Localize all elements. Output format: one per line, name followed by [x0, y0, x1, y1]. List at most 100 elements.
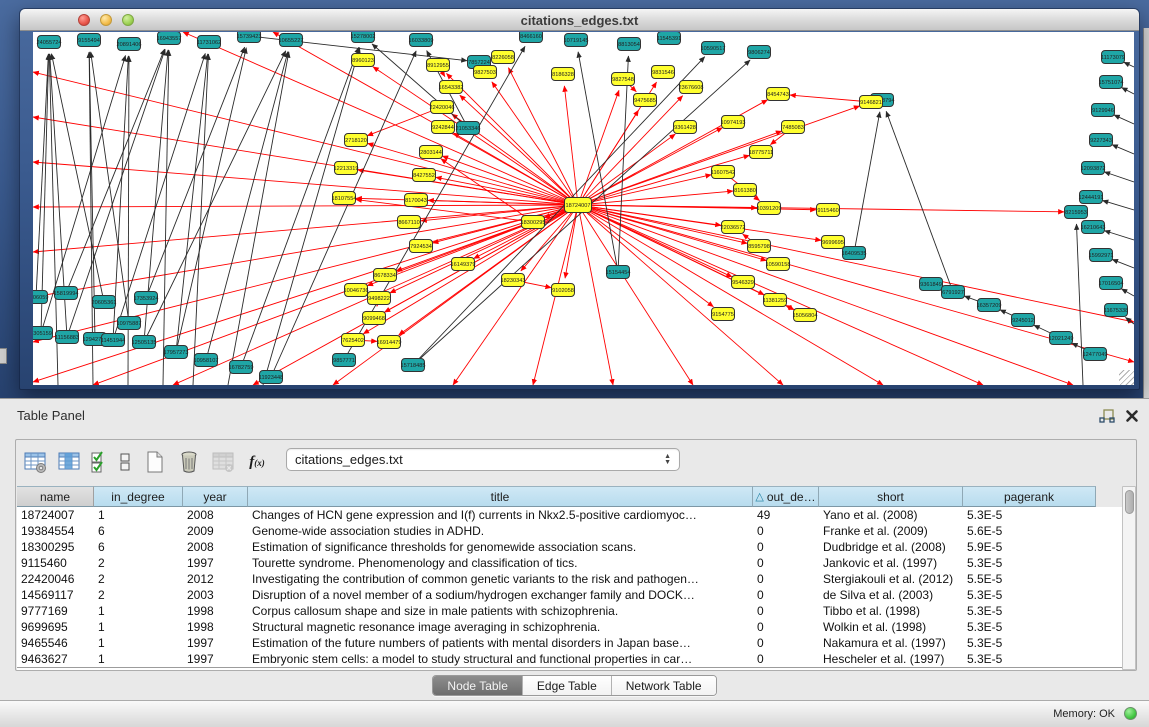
column-header-title[interactable]: title [248, 486, 753, 507]
new-column-icon[interactable] [140, 447, 170, 477]
table-row[interactable]: 1938455462009Genome-wide association stu… [17, 523, 1122, 539]
column-header-pagerank[interactable]: pagerank [963, 486, 1096, 507]
network-node[interactable]: 22420046 [430, 101, 455, 114]
network-node[interactable]: 16409535 [842, 247, 867, 260]
close-panel-icon[interactable] [1125, 409, 1139, 423]
table-row[interactable]: 911546021997Tourette syndrome. Phenomeno… [17, 555, 1122, 571]
column-header-out_de[interactable]: △out_de… [753, 486, 819, 507]
network-node[interactable]: 16943557 [157, 32, 182, 45]
network-node[interactable]: 12213319 [334, 162, 359, 175]
network-node[interactable]: 6791927 [942, 286, 965, 299]
column-header-year[interactable]: year [183, 486, 248, 507]
network-node[interactable]: 7625402 [342, 334, 365, 347]
network-node[interactable]: 8170043 [405, 194, 428, 207]
network-node[interactable]: 9155494 [78, 34, 101, 47]
network-node[interactable]: 8678334 [374, 269, 397, 282]
network-node[interactable]: 9102058 [552, 284, 575, 297]
table-row[interactable]: 1872400712008Changes of HCN gene express… [17, 507, 1122, 523]
network-node[interactable]: 10391209 [757, 202, 782, 215]
network-node[interactable]: 9827503 [474, 66, 497, 79]
table-selector-dropdown[interactable]: citations_edges.txt ▲▼ [286, 448, 680, 471]
network-node[interactable]: 8595798 [748, 240, 771, 253]
network-node[interactable]: 16543382 [439, 81, 464, 94]
network-node[interactable]: 10590517 [701, 42, 726, 55]
unselect-all-columns-icon[interactable] [114, 447, 136, 477]
resize-grip[interactable] [1119, 370, 1134, 385]
network-node[interactable]: 17353924 [134, 292, 159, 305]
network-node[interactable]: 9099468 [363, 312, 386, 325]
network-node[interactable]: 9227343 [1090, 134, 1113, 147]
network-node[interactable]: 10655227 [279, 34, 304, 47]
column-header-in_degree[interactable]: in_degree [94, 486, 183, 507]
column-header-name[interactable]: name [17, 486, 94, 507]
network-node[interactable]: 9242844 [432, 121, 455, 134]
network-node[interactable]: 9361849 [920, 278, 943, 291]
network-node[interactable]: 12021249 [1049, 332, 1074, 345]
network-node[interactable]: 11923448 [259, 371, 283, 384]
network-node[interactable]: 12093872 [1081, 162, 1106, 175]
table-row[interactable]: 969969511998Structural magnetic resonanc… [17, 619, 1122, 635]
network-node[interactable]: 15992971 [1089, 249, 1114, 262]
window-titlebar[interactable]: citations_edges.txt [20, 9, 1139, 31]
network-node[interactable]: 7924534 [410, 240, 433, 253]
network-node[interactable]: 9146821 [860, 96, 883, 109]
network-node[interactable]: 18300295 [521, 216, 546, 229]
select-all-columns-icon[interactable] [88, 447, 110, 477]
network-node[interactable]: 11731062 [197, 36, 221, 49]
network-node[interactable]: 11173079 [1101, 51, 1125, 64]
tab-network-table[interactable]: Network Table [612, 676, 716, 695]
network-node[interactable]: 16210643 [1081, 221, 1106, 234]
network-node[interactable]: 15819994 [54, 287, 79, 300]
network-node[interactable]: 8667110 [398, 216, 421, 229]
network-node[interactable]: 8960123 [352, 54, 375, 67]
network-node[interactable]: 9475685 [634, 94, 657, 107]
network-node[interactable]: 7485083 [782, 121, 805, 134]
network-node[interactable]: 16914479 [377, 336, 402, 349]
network-node[interactable]: 15154454 [606, 266, 631, 279]
network-node[interactable]: 10046736 [344, 284, 369, 297]
table-scrollbar-thumb[interactable] [1125, 490, 1134, 514]
network-node[interactable]: 15718485 [401, 359, 426, 372]
network-node[interactable]: 2718120 [345, 134, 368, 147]
network-node[interactable]: 17957273 [164, 346, 189, 359]
network-node[interactable]: 8161380 [734, 184, 757, 197]
network-node[interactable]: 8215953 [1065, 206, 1088, 219]
network-node[interactable]: 15056804 [793, 309, 818, 322]
network-node[interactable]: 21053346 [456, 122, 481, 135]
network-node[interactable]: 12477049 [1083, 348, 1108, 361]
network-node[interactable]: 25206059 [33, 291, 48, 304]
network-node[interactable]: 8427552 [413, 169, 436, 182]
network-node[interactable]: 12505135 [132, 336, 157, 349]
network-node[interactable]: 9115460 [817, 204, 840, 217]
memory-status-indicator[interactable] [1124, 707, 1137, 720]
network-node[interactable]: 9129946 [1092, 104, 1115, 117]
hub-node[interactable]: 18724007 [565, 198, 592, 213]
tab-node-table[interactable]: Node Table [433, 676, 523, 695]
network-node[interactable]: 22036572 [721, 221, 746, 234]
function-builder-icon[interactable]: f(x) [242, 447, 272, 477]
table-row[interactable]: 977716911998Corpus callosum shape and si… [17, 603, 1122, 619]
network-node[interactable]: 9857771 [333, 354, 356, 367]
float-panel-icon[interactable] [1099, 409, 1115, 424]
network-node[interactable]: 24055724 [37, 36, 62, 49]
network-node[interactable]: 9361428 [674, 121, 697, 134]
network-node[interactable]: 20891406 [117, 38, 142, 51]
network-node[interactable]: 8226058 [492, 51, 515, 64]
network-node[interactable]: 15751074 [1099, 76, 1124, 89]
network-node[interactable]: 2803144 [420, 146, 443, 159]
network-node[interactable]: 10590158 [766, 258, 791, 271]
network-node[interactable]: 8813054 [618, 38, 641, 51]
network-node[interactable]: 18107554 [332, 192, 357, 205]
network-node[interactable]: 20605361 [92, 296, 117, 309]
network-node[interactable]: 16033809 [409, 34, 434, 47]
delete-columns-icon[interactable] [174, 447, 204, 477]
network-node[interactable]: 11156883 [55, 331, 79, 344]
table-settings-icon[interactable] [20, 447, 50, 477]
network-node[interactable]: 15278002 [351, 32, 376, 43]
network-node[interactable]: 11675338 [1104, 304, 1128, 317]
network-node[interactable]: 18230343 [501, 274, 526, 287]
network-node[interactable]: 16782759 [229, 361, 254, 374]
network-node[interactable]: 12444191 [1079, 191, 1104, 204]
network-node[interactable]: 9806274 [748, 46, 771, 59]
network-node[interactable]: 10719145 [564, 34, 589, 47]
